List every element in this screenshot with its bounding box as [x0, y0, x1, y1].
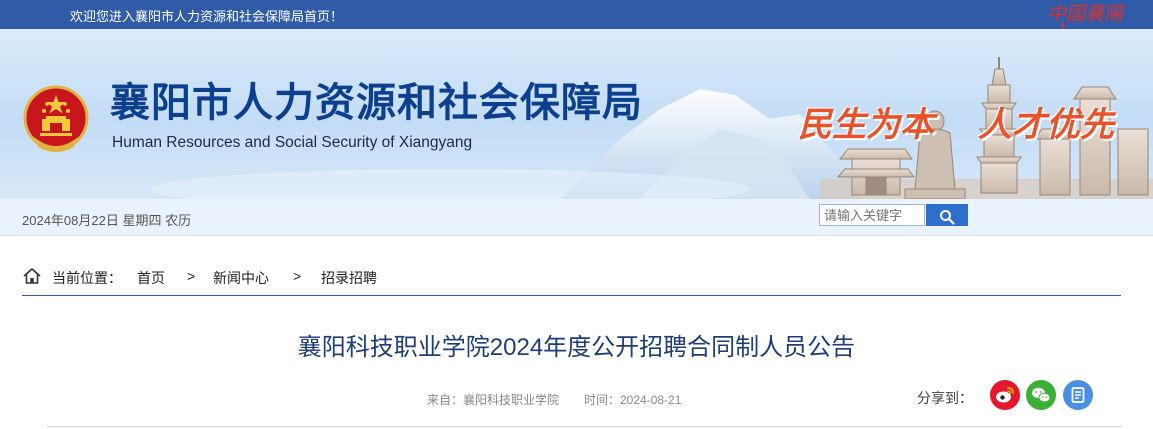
breadcrumb-label: 当前位置：: [52, 270, 122, 286]
weibo-icon: [996, 387, 1014, 403]
breadcrumb-separator: >: [293, 268, 302, 284]
slogan-talent: 人才优先: [978, 105, 1114, 145]
breadcrumb-news-center[interactable]: 新闻中心: [213, 268, 269, 288]
share-wechat-button[interactable]: [1026, 380, 1056, 410]
breadcrumb-home[interactable]: 首页: [137, 268, 165, 288]
search-button[interactable]: [926, 204, 968, 226]
header-banner: 襄阳市人力资源和社会保障局 Human Resources and Social…: [0, 29, 1153, 199]
search-icon: [940, 209, 955, 225]
document-icon: [1071, 387, 1085, 403]
welcome-text: 欢迎您进入襄阳市人力资源和社会保障局首页！: [70, 9, 344, 24]
search-input[interactable]: [819, 204, 925, 226]
site-subtitle: Human Resources and Social Security of X…: [112, 134, 473, 151]
share-label: 分享到：: [917, 390, 973, 406]
article-source: 来自：襄阳科技职业学院: [427, 393, 560, 407]
article-header-divider: [47, 426, 1122, 427]
share-weibo-button[interactable]: [990, 380, 1020, 410]
article-title: 襄阳科技职业学院2024年度公开招聘合同制人员公告: [297, 334, 856, 361]
breadcrumb-divider: [22, 295, 1121, 296]
article-time: 时间：2024-08-21: [584, 393, 682, 407]
info-bar: 2024年08月22日 星期四 农历: [0, 199, 1153, 236]
top-bar: 欢迎您进入襄阳市人力资源和社会保障局首页！ 中國襄陽: [0, 0, 1153, 49]
slogan-livelihood: 民生为本: [798, 105, 934, 145]
share-doc-button[interactable]: [1063, 380, 1093, 410]
home-icon: [23, 268, 41, 284]
svg-text:中國襄陽: 中國襄陽: [1047, 3, 1125, 25]
breadcrumb-separator: >: [187, 268, 196, 284]
national-emblem: [23, 85, 89, 152]
breadcrumb-recruitment[interactable]: 招录招聘: [321, 268, 377, 288]
current-date: 2024年08月22日 星期四 农历: [22, 213, 192, 228]
site-title: 襄阳市人力资源和社会保障局: [110, 80, 643, 126]
wechat-icon: [1032, 387, 1051, 403]
